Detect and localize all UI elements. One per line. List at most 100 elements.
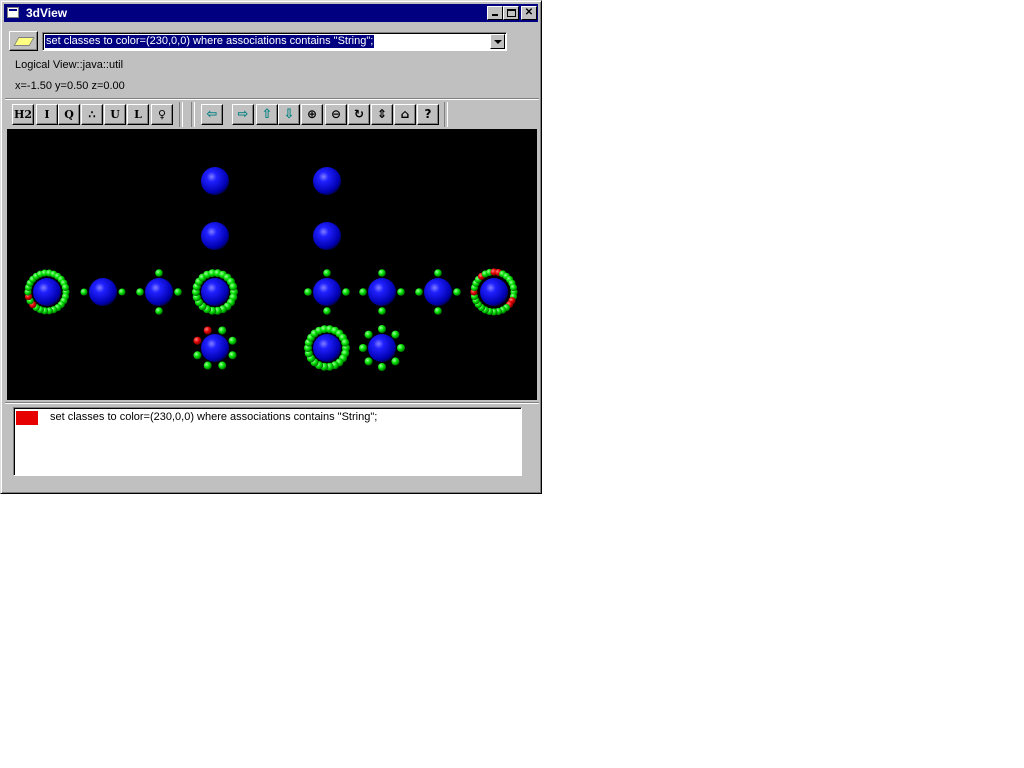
execute-command-button[interactable] xyxy=(9,31,38,51)
attribute-node[interactable] xyxy=(155,307,163,315)
attribute-node[interactable] xyxy=(341,338,350,347)
attribute-node[interactable] xyxy=(229,282,238,291)
i-icon: I xyxy=(44,108,50,121)
class-sphere[interactable] xyxy=(368,278,396,306)
attribute-node[interactable] xyxy=(155,269,163,277)
title-bar[interactable]: 3dView ✕ xyxy=(4,4,538,22)
attribute-node[interactable] xyxy=(378,363,386,371)
zoom-in-button[interactable]: ⊕ xyxy=(301,104,323,125)
attribute-node[interactable] xyxy=(359,288,367,296)
attribute-node[interactable] xyxy=(391,330,400,339)
tilt-button[interactable]: ⇕ xyxy=(371,104,393,125)
arrow-down-button[interactable]: ⇩ xyxy=(278,104,300,125)
class-sphere[interactable] xyxy=(368,334,396,362)
class-sphere[interactable] xyxy=(313,278,341,306)
highlighted-attribute[interactable] xyxy=(203,326,212,335)
attribute-node[interactable] xyxy=(453,288,461,296)
query-input-value[interactable]: set classes to color=(230,0,0) where ass… xyxy=(45,35,375,48)
viewport-separator xyxy=(5,402,539,404)
toolbar-divider xyxy=(444,102,448,127)
h2-icon: H2 xyxy=(13,108,33,121)
attribute-node[interactable] xyxy=(378,269,386,277)
arrow-left-icon: ⇦ xyxy=(206,107,218,122)
attribute-node[interactable] xyxy=(434,269,442,277)
attribute-node[interactable] xyxy=(397,288,405,296)
attribute-node[interactable] xyxy=(364,357,373,366)
class-sphere[interactable] xyxy=(313,222,341,250)
pin-button[interactable]: ♀ xyxy=(151,104,173,125)
3d-viewport[interactable] xyxy=(7,129,537,400)
attribute-node[interactable] xyxy=(218,326,227,335)
home-button[interactable]: ⌂ xyxy=(394,104,416,125)
attribute-node[interactable] xyxy=(342,288,350,296)
class-sphere[interactable] xyxy=(89,278,117,306)
q-icon: Q xyxy=(64,108,74,121)
attribute-node[interactable] xyxy=(61,283,70,292)
class-sphere[interactable] xyxy=(313,334,341,362)
class-sphere[interactable] xyxy=(201,278,229,306)
minimize-icon xyxy=(492,14,498,16)
help-icon: ? xyxy=(424,107,432,121)
attribute-node[interactable] xyxy=(228,351,237,360)
l-icon: L xyxy=(134,108,142,121)
class-sphere[interactable] xyxy=(201,167,229,195)
highlighted-attribute[interactable] xyxy=(193,336,202,345)
class-sphere[interactable] xyxy=(313,167,341,195)
u-button[interactable]: U xyxy=(104,104,126,125)
attribute-node[interactable] xyxy=(174,288,182,296)
query-combobox[interactable]: set classes to color=(230,0,0) where ass… xyxy=(42,32,507,51)
attribute-node[interactable] xyxy=(218,361,227,370)
attribute-node[interactable] xyxy=(203,361,212,370)
i-button[interactable]: I xyxy=(36,104,58,125)
window-icon[interactable] xyxy=(7,7,19,18)
maximize-button[interactable] xyxy=(503,6,519,20)
zoom-out-button[interactable]: ⊖ xyxy=(325,104,347,125)
attribute-node[interactable] xyxy=(434,307,442,315)
app-window: 3dView ✕ set classes to color=(230,0,0) … xyxy=(0,0,542,494)
toolbar-divider xyxy=(179,102,183,127)
attribute-node[interactable] xyxy=(118,288,126,296)
rotate-button[interactable]: ↻ xyxy=(348,104,370,125)
help-button[interactable]: ? xyxy=(417,104,439,125)
pencil-icon xyxy=(13,37,35,46)
current-package-path: Logical View::java::util xyxy=(15,59,124,71)
attribute-node[interactable] xyxy=(397,344,405,352)
rotate-icon: ↻ xyxy=(353,107,365,121)
q-button[interactable]: Q xyxy=(58,104,80,125)
attribute-node[interactable] xyxy=(193,351,202,360)
attribute-node[interactable] xyxy=(364,330,373,339)
h2-button[interactable]: H2 xyxy=(12,104,34,125)
class-sphere[interactable] xyxy=(201,334,229,362)
arrow-right-button[interactable]: ⇨ xyxy=(232,104,254,125)
attribute-node[interactable] xyxy=(323,307,331,315)
combobox-dropdown-button[interactable] xyxy=(490,34,505,49)
command-log[interactable]: set classes to color=(230,0,0) where ass… xyxy=(13,407,522,476)
attribute-node[interactable] xyxy=(304,288,312,296)
arrow-left-button[interactable]: ⇦ xyxy=(201,104,223,125)
attribute-node[interactable] xyxy=(509,283,518,292)
attribute-node[interactable] xyxy=(359,344,367,352)
attribute-node[interactable] xyxy=(80,288,88,296)
u-icon: U xyxy=(110,108,120,121)
log-entry-text: set classes to color=(230,0,0) where ass… xyxy=(50,411,378,423)
attribute-node[interactable] xyxy=(378,307,386,315)
attribute-node[interactable] xyxy=(228,336,237,345)
attribute-node[interactable] xyxy=(323,269,331,277)
minimize-button[interactable] xyxy=(487,6,503,20)
class-sphere[interactable] xyxy=(424,278,452,306)
l-button[interactable]: L xyxy=(127,104,149,125)
class-sphere[interactable] xyxy=(33,278,61,306)
class-sphere[interactable] xyxy=(145,278,173,306)
attribute-node[interactable] xyxy=(378,325,386,333)
attribute-node[interactable] xyxy=(415,288,423,296)
arrow-up-icon: ⇧ xyxy=(261,107,273,122)
class-sphere[interactable] xyxy=(480,278,508,306)
arrow-up-button[interactable]: ⇧ xyxy=(256,104,278,125)
grid-dots-button[interactable]: ∴ xyxy=(81,104,103,125)
attribute-node[interactable] xyxy=(391,357,400,366)
close-button[interactable]: ✕ xyxy=(521,6,537,20)
attribute-node[interactable] xyxy=(136,288,144,296)
grid-dots-icon: ∴ xyxy=(88,108,96,121)
class-sphere[interactable] xyxy=(201,222,229,250)
3d-scene[interactable] xyxy=(7,129,537,400)
